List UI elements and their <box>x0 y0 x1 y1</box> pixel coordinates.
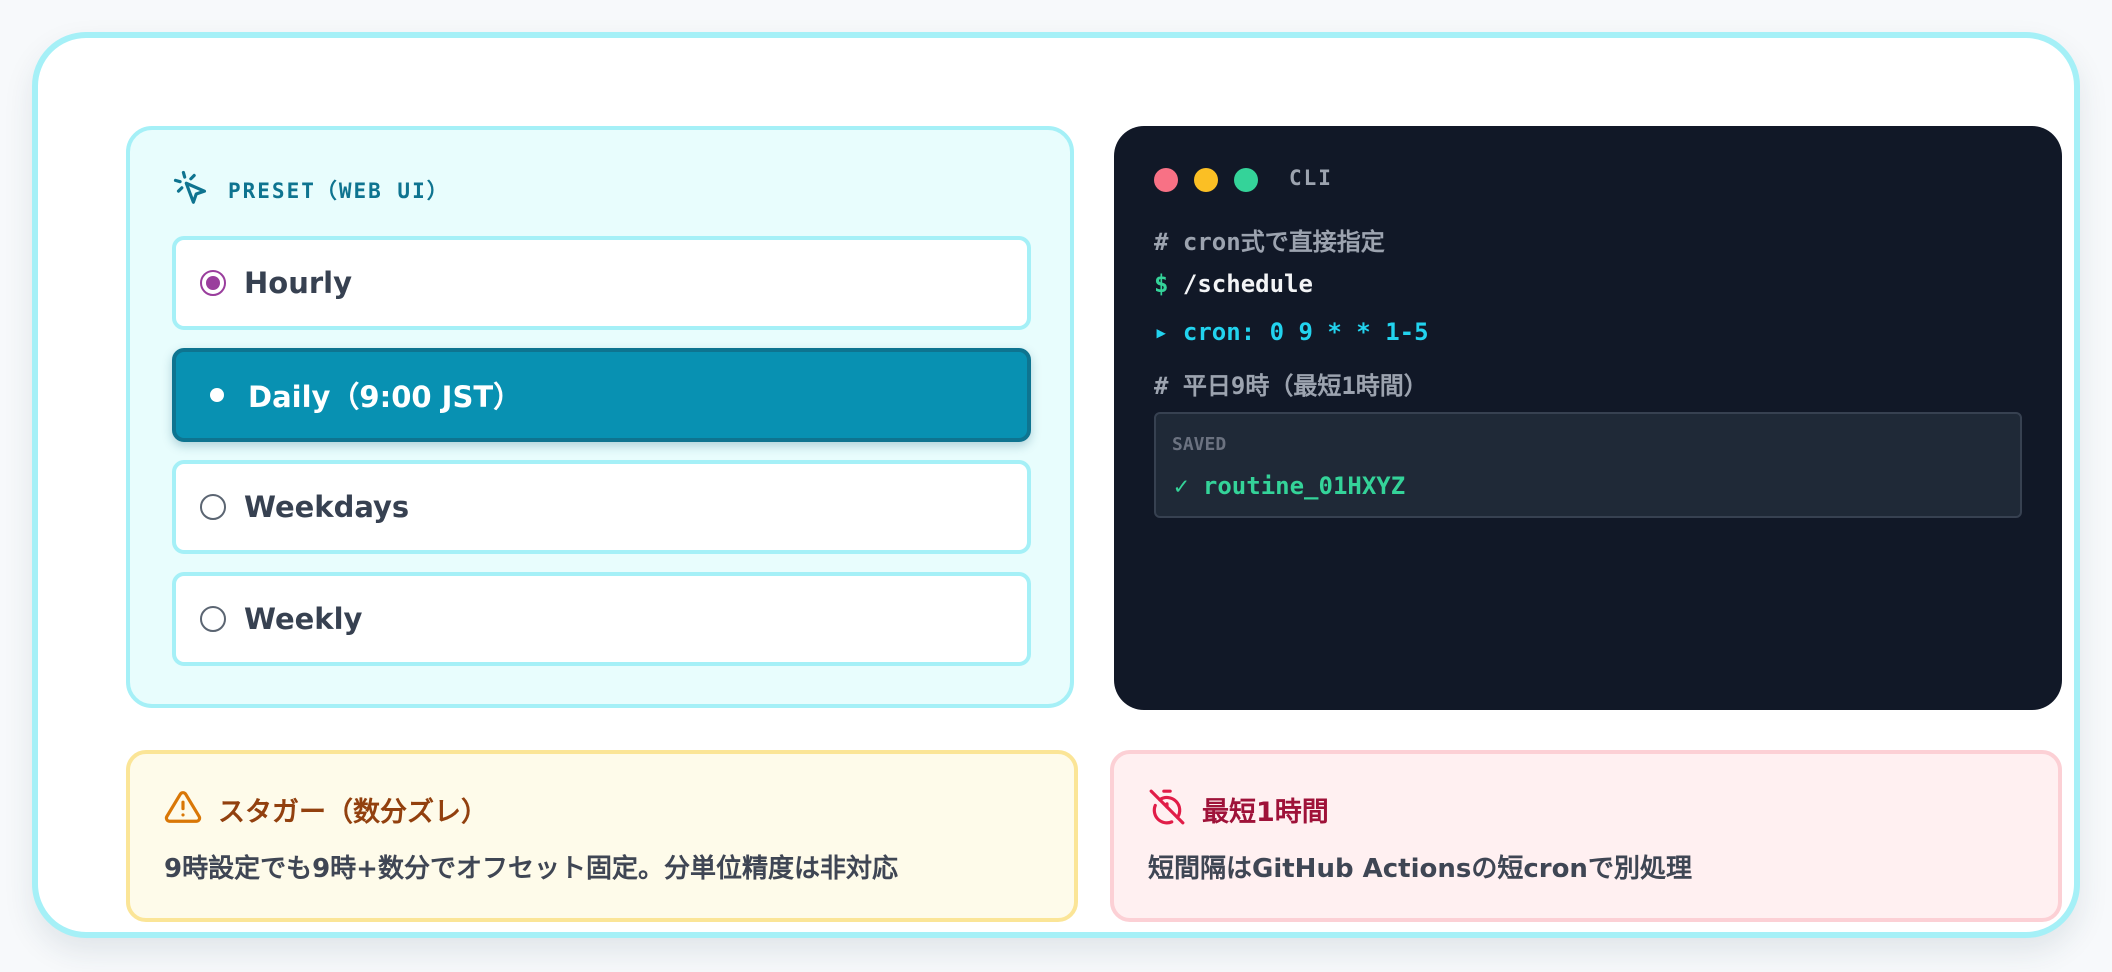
saved-label: SAVED <box>1172 434 1227 455</box>
preset-option-hourly[interactable]: Hourly <box>172 236 1031 330</box>
note-header: 最短1時間 <box>1148 788 1329 830</box>
cli-comment-line: # 平日9時（最短1時間） <box>1154 372 1428 400</box>
pointer-click-icon <box>172 169 210 211</box>
radio-unchecked-icon[interactable] <box>200 494 226 520</box>
cli-title: CLI <box>1289 166 1333 190</box>
note-body: 短間隔はGitHub Actionsの短cronで別処理 <box>1148 854 1692 884</box>
preset-panel: PRESET（WEB UI） Hourly Daily（9:00 JST） We… <box>126 126 1074 708</box>
selected-dot-icon <box>210 388 224 402</box>
preset-option-weekly[interactable]: Weekly <box>172 572 1031 666</box>
min-interval-note: 最短1時間 短間隔はGitHub Actionsの短cronで別処理 <box>1110 750 2062 922</box>
preset-option-daily[interactable]: Daily（9:00 JST） <box>172 348 1031 442</box>
warning-icon <box>164 788 202 830</box>
note-body: 9時設定でも9時+数分でオフセット固定。分単位精度は非対応 <box>164 854 898 884</box>
preset-title: PRESET（WEB UI） <box>228 179 450 203</box>
note-title: 最短1時間 <box>1202 796 1329 828</box>
preset-option-weekdays[interactable]: Weekdays <box>172 460 1031 554</box>
option-label: Hourly <box>244 266 352 300</box>
saved-routine-id: ✓ routine_01HXYZ <box>1174 472 1406 500</box>
radio-checked-icon[interactable] <box>200 270 226 296</box>
window-maximize-dot <box>1234 168 1258 192</box>
cli-command: /schedule <box>1182 270 1313 298</box>
cli-prompt: $ <box>1154 270 1169 298</box>
option-label: Weekly <box>244 602 363 636</box>
window-minimize-dot <box>1194 168 1218 192</box>
schedule-card: PRESET（WEB UI） Hourly Daily（9:00 JST） We… <box>32 32 2080 938</box>
cli-comment-line: # cron式で直接指定 <box>1154 228 1385 256</box>
note-header: スタガー（数分ズレ） <box>164 788 488 830</box>
radio-unchecked-icon[interactable] <box>200 606 226 632</box>
note-title: スタガー（数分ズレ） <box>218 796 488 828</box>
option-label: Daily（9:00 JST） <box>248 380 523 414</box>
option-label: Weekdays <box>244 490 410 524</box>
cli-terminal: CLI # cron式で直接指定 $ /schedule ▸ cron: 0 9… <box>1114 126 2062 710</box>
window-close-dot <box>1154 168 1178 192</box>
preset-header: PRESET（WEB UI） <box>172 170 450 210</box>
cli-output-line: ▸ cron: 0 9 * * 1-5 <box>1154 318 1429 346</box>
cli-command-line: $ /schedule <box>1154 270 1313 298</box>
stagger-note: スタガー（数分ズレ） 9時設定でも9時+数分でオフセット固定。分単位精度は非対応 <box>126 750 1078 922</box>
saved-box: SAVED ✓ routine_01HXYZ <box>1154 412 2022 518</box>
timer-off-icon <box>1148 788 1186 830</box>
